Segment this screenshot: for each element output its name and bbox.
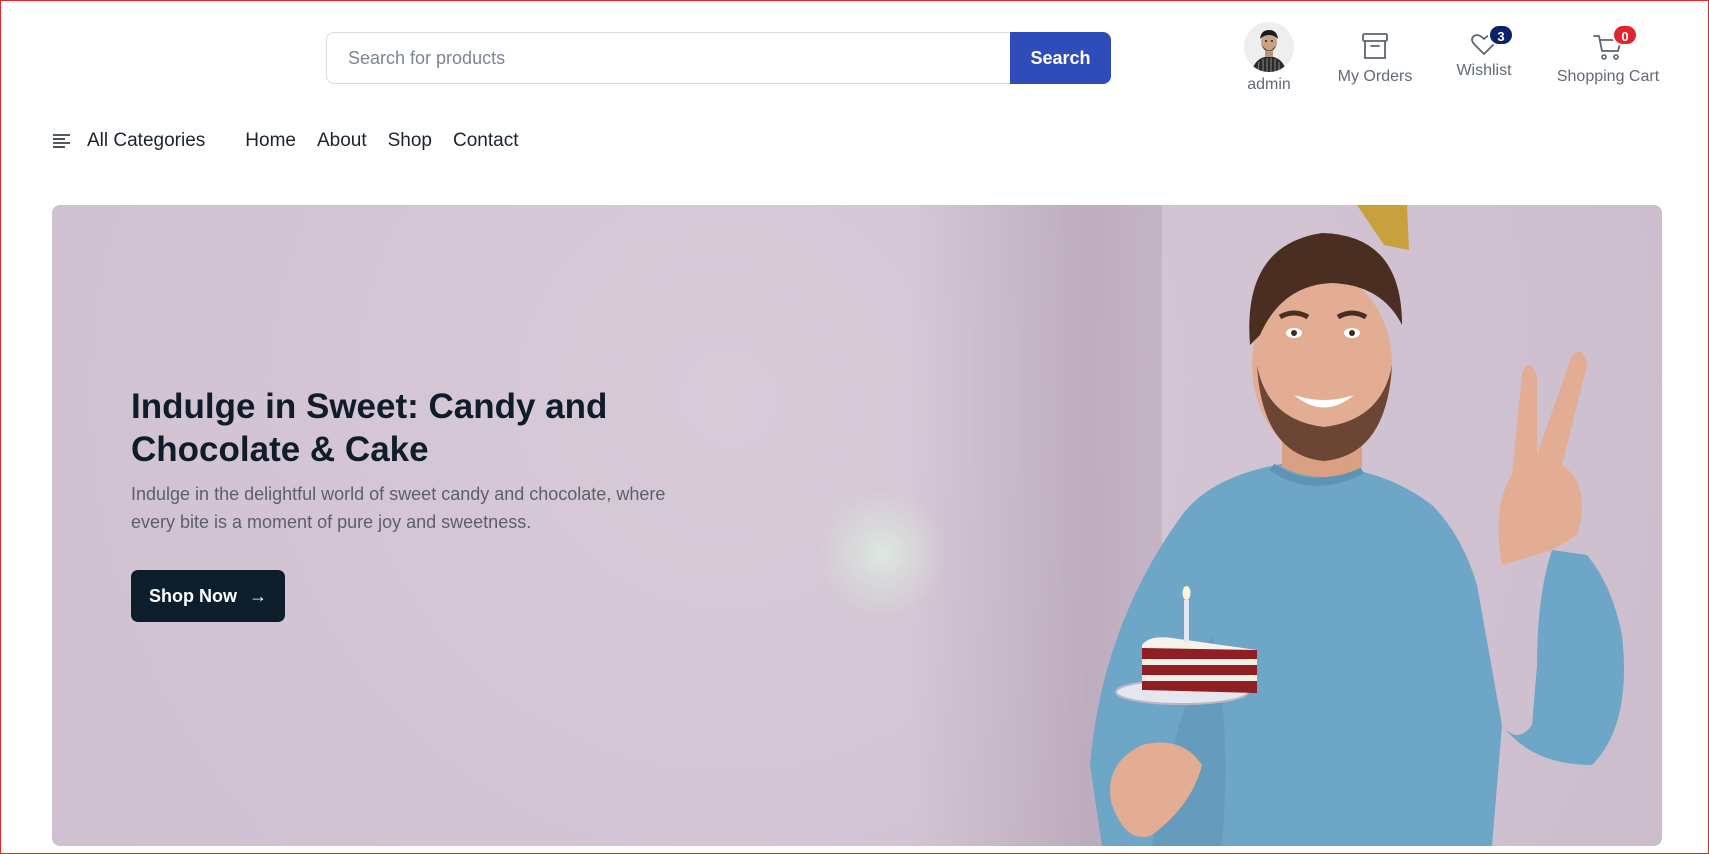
- nav-link-home[interactable]: Home: [245, 130, 296, 152]
- menu-lines-icon: [53, 134, 70, 148]
- nav-link-about[interactable]: About: [317, 130, 367, 152]
- hero-subtitle: Indulge in the delightful world of sweet…: [131, 484, 666, 532]
- search-button[interactable]: Search: [1010, 32, 1111, 84]
- hero-title: Indulge in Sweet: Candy and Chocolate & …: [131, 387, 608, 469]
- search-input[interactable]: [326, 32, 1010, 84]
- my-orders-label: My Orders: [1337, 68, 1413, 85]
- my-orders-link[interactable]: My Orders: [1330, 32, 1420, 86]
- main-nav: All Categories Home About Shop Contact: [53, 126, 539, 156]
- wishlist-count-badge: 3: [1488, 24, 1514, 46]
- wishlist-label: Wishlist: [1456, 62, 1512, 79]
- hero-glow: [817, 488, 947, 618]
- shopping-cart-label: Shopping Cart: [1556, 68, 1660, 85]
- shop-now-button[interactable]: Shop Now →: [131, 570, 285, 622]
- cart-count-badge: 0: [1612, 24, 1638, 46]
- heart-icon: 3: [1466, 24, 1514, 56]
- arrow-right-icon: →: [249, 585, 267, 606]
- hero-banner: Indulge in Sweet: Candy and Chocolate & …: [52, 205, 1662, 846]
- hero-image: [1090, 205, 1624, 846]
- shopping-cart-link[interactable]: 0 Shopping Cart: [1553, 24, 1663, 86]
- shop-now-label: Shop Now: [149, 585, 237, 606]
- wishlist-link[interactable]: 3 Wishlist: [1448, 24, 1520, 80]
- account-menu[interactable]: admin: [1241, 22, 1297, 94]
- nav-link-contact[interactable]: Contact: [453, 130, 518, 152]
- avatar: [1244, 22, 1294, 72]
- cart-icon: 0: [1590, 24, 1638, 62]
- search-bar: Search: [326, 32, 1111, 84]
- all-categories-label: All Categories: [87, 130, 206, 151]
- all-categories-button[interactable]: All Categories: [53, 130, 205, 152]
- account-label: admin: [1247, 76, 1291, 93]
- nav-link-shop[interactable]: Shop: [388, 130, 432, 152]
- archive-box-icon: [1357, 32, 1393, 62]
